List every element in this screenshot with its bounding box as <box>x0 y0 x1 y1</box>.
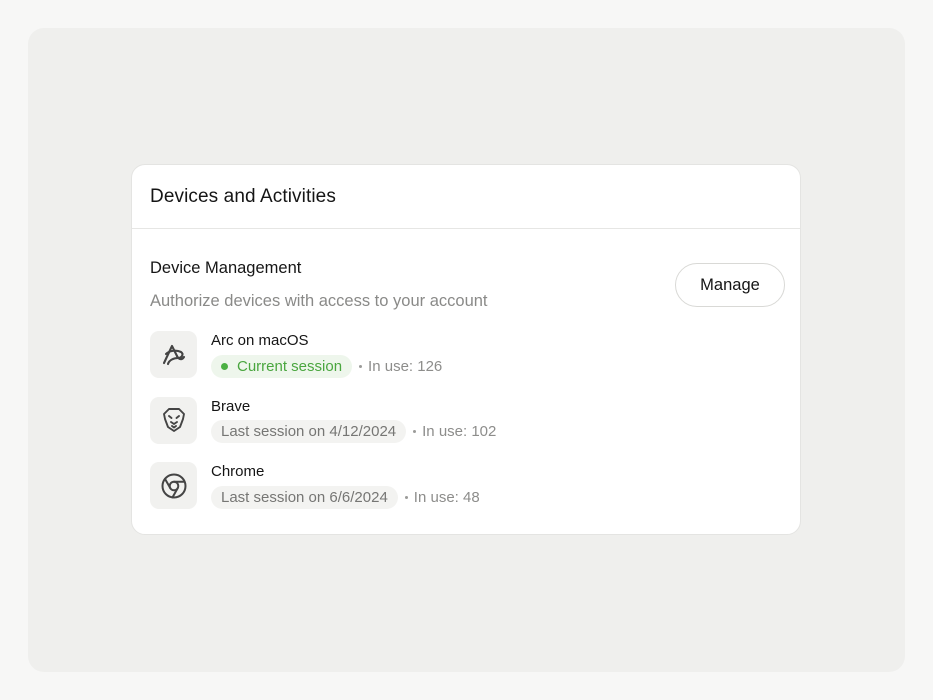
card-header: Devices and Activities <box>132 165 800 229</box>
usage-count: In use: 48 <box>413 488 480 506</box>
session-badge: Last session on 6/6/2024 <box>211 485 398 509</box>
card-title: Devices and Activities <box>150 185 336 207</box>
devices-card: Devices and Activities Device Management… <box>131 164 801 535</box>
session-label: Current session <box>237 357 343 375</box>
chrome-icon <box>150 462 197 509</box>
device-meta: Last session on 4/12/2024 In use: 102 <box>211 420 496 444</box>
section-title: Device Management <box>150 259 302 277</box>
device-meta: Current session In use: 126 <box>211 354 442 378</box>
brave-lion-icon <box>150 396 197 444</box>
session-badge: Last session on 4/12/2024 <box>211 420 407 443</box>
device-name: Chrome <box>211 463 265 480</box>
device-list: Arc on macOS Current session In use: 126 <box>150 331 670 528</box>
section-subtitle: Authorize devices with access to your ac… <box>150 292 488 310</box>
usage-count: In use: 126 <box>368 357 443 375</box>
separator-dot <box>359 364 363 368</box>
device-name: Arc on macOS <box>211 332 309 349</box>
session-label: Last session on 4/12/2024 <box>221 423 397 440</box>
separator-dot <box>404 495 408 499</box>
device-item-arc[interactable]: Arc on macOS Current session In use: 126 <box>150 331 670 397</box>
device-meta: Last session on 6/6/2024 In use: 48 <box>211 485 480 509</box>
separator-dot <box>413 430 417 433</box>
device-name: Brave <box>211 397 251 415</box>
device-item-chrome[interactable]: Chrome Last session on 6/6/2024 In use: … <box>150 462 670 528</box>
usage-count: In use: 102 <box>422 423 497 440</box>
arc-browser-icon <box>150 331 197 378</box>
session-badge: Current session <box>211 354 353 378</box>
manage-button[interactable]: Manage <box>675 263 785 307</box>
session-label: Last session on 6/6/2024 <box>221 488 388 506</box>
status-dot <box>221 362 228 370</box>
device-item-brave[interactable]: Brave Last session on 4/12/2024 In use: … <box>150 396 670 463</box>
